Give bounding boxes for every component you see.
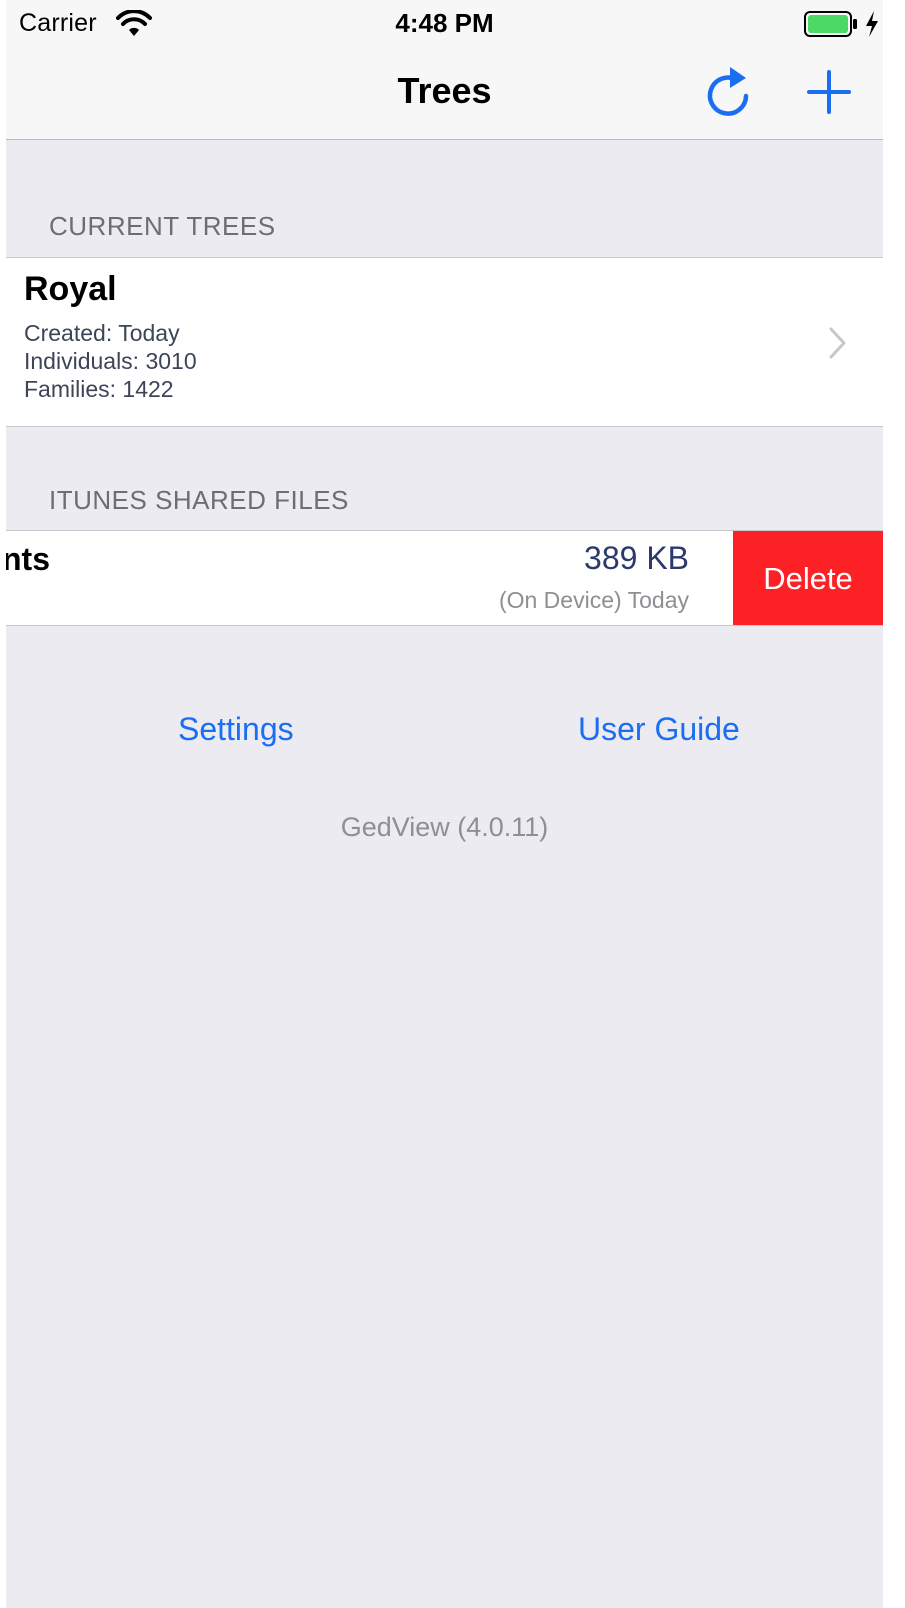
refresh-icon[interactable] <box>701 63 755 121</box>
status-time: 4:48 PM <box>395 8 494 38</box>
delete-button[interactable]: Delete <box>733 531 883 625</box>
tree-name: Royal <box>24 270 117 308</box>
user-guide-link[interactable]: User Guide <box>578 711 740 748</box>
add-icon[interactable] <box>805 68 853 116</box>
section-header-current-trees: CURRENT TREES <box>49 211 276 241</box>
tree-created: Created: Today <box>24 320 180 346</box>
tree-row[interactable]: Royal Created: Today Individuals: 3010 F… <box>6 257 883 427</box>
file-location-date: (On Device) Today <box>498 587 689 613</box>
file-name: nts <box>6 541 50 577</box>
tree-families: Families: 1422 <box>24 376 174 402</box>
status-bar: Carrier 4:48 PM <box>6 0 883 48</box>
settings-link[interactable]: Settings <box>178 711 294 748</box>
navigation-bar: Carrier 4:48 PM Trees <box>6 0 883 140</box>
app-screen: Carrier 4:48 PM Trees CURRENT TREES Roya… <box>6 0 883 1608</box>
section-header-itunes-shared-files: ITUNES SHARED FILES <box>49 485 349 515</box>
app-version: GedView (4.0.11) <box>340 812 549 842</box>
charging-bolt-icon <box>866 11 878 37</box>
shared-file-row[interactable]: nts 389 KB (On Device) Today Delete <box>6 530 883 626</box>
tree-individuals: Individuals: 3010 <box>24 348 197 374</box>
chevron-right-icon <box>829 327 846 359</box>
file-size: 389 KB <box>584 540 689 576</box>
battery-icon <box>804 11 857 37</box>
